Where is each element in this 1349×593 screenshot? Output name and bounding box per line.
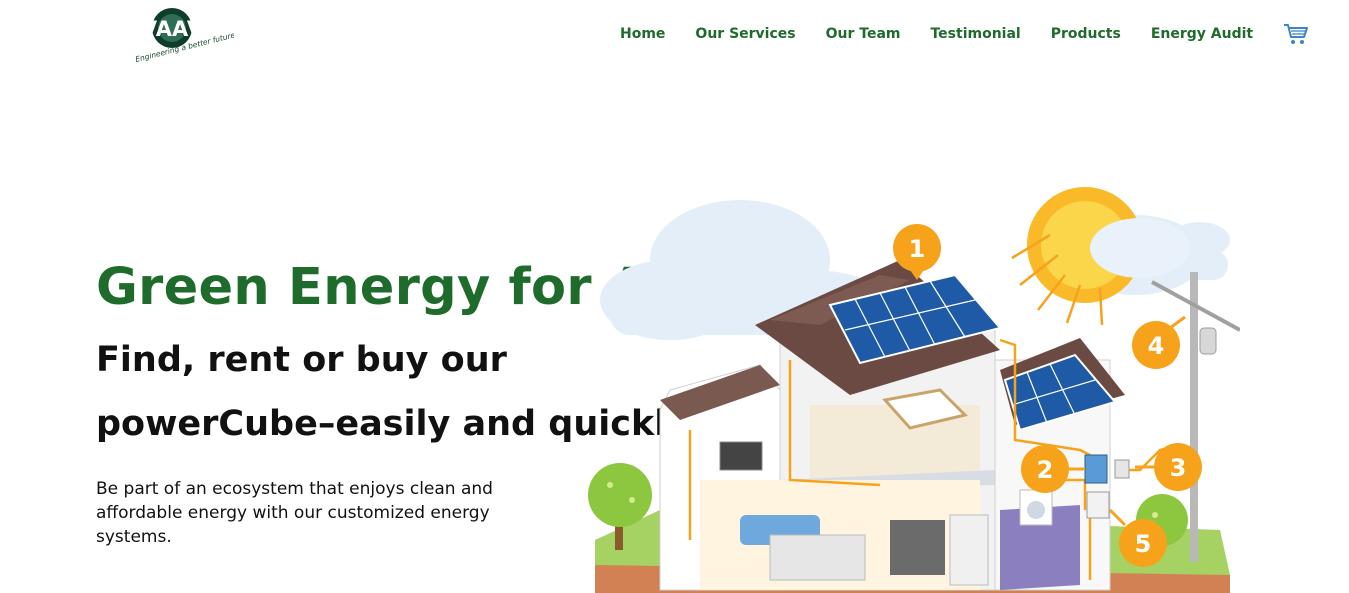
- nav-our-team[interactable]: Our Team: [826, 26, 901, 42]
- hero-subtitle-line-1: Find, rent or buy our: [96, 340, 507, 380]
- inverter-icon: [1084, 454, 1108, 484]
- solar-house-illustration: 1 2 3 4 5: [580, 180, 1240, 593]
- sun-icon: [1011, 187, 1190, 326]
- svg-text:2: 2: [1037, 456, 1054, 484]
- svg-text:5: 5: [1135, 530, 1152, 558]
- washing-machine-icon: [1019, 489, 1053, 526]
- logo-icon: VAAV Engineering a better future: [134, 8, 234, 64]
- main-nav: Home Our Services Our Team Testimonial P…: [606, 22, 1309, 46]
- marker-3: 3: [1135, 443, 1202, 491]
- marker-4: 4: [1132, 315, 1186, 369]
- cart-icon[interactable]: [1283, 22, 1309, 46]
- hero-description: Be part of an ecosystem that enjoys clea…: [96, 479, 493, 547]
- nav-home[interactable]: Home: [620, 26, 665, 42]
- brand-logo[interactable]: VAAV Engineering a better future: [134, 2, 234, 72]
- logo-text: VAAV: [141, 17, 204, 41]
- svg-text:4: 4: [1148, 332, 1165, 360]
- tv-icon: [719, 441, 763, 471]
- svg-text:1: 1: [909, 235, 926, 263]
- svg-text:3: 3: [1170, 454, 1187, 482]
- nav-products[interactable]: Products: [1051, 26, 1121, 42]
- nav-testimonial[interactable]: Testimonial: [930, 26, 1020, 42]
- nav-our-services[interactable]: Our Services: [695, 26, 795, 42]
- nav-energy-audit[interactable]: Energy Audit: [1151, 26, 1253, 42]
